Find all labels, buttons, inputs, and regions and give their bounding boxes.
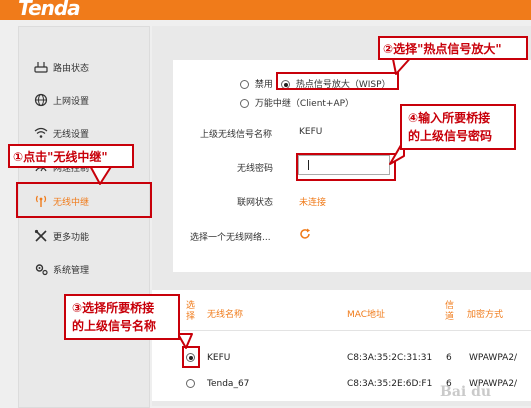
wifi-icon (34, 127, 48, 138)
sidebar-item-more-functions[interactable]: 更多功能 (34, 227, 89, 245)
callout-step-3: ③选择所要桥接 的上级信号名称 (64, 294, 180, 340)
globe-icon (34, 93, 48, 107)
mode-option-client-ap[interactable]: 万能中继（Client+AP） (240, 96, 354, 109)
callout-step-4: ④输入所要桥接 的上级信号密码 (400, 104, 516, 150)
logo: Tenda (18, 0, 81, 20)
highlight-password-field (296, 153, 396, 181)
highlight-repeater-menu (16, 182, 152, 218)
refresh-icon[interactable] (298, 227, 312, 241)
th-encryption: 加密方式 (467, 310, 504, 320)
ssid-label: 上级无线信号名称 (200, 130, 273, 140)
password-label: 无线密码 (237, 164, 274, 174)
th-mac: MAC地址 (347, 310, 386, 320)
tools-icon (34, 229, 47, 242)
callout-step-2: ②选择"热点信号放大" (378, 36, 528, 60)
gear-icon (35, 264, 48, 276)
status-value: 未连接 (299, 198, 327, 208)
highlight-wisp-option (276, 72, 399, 90)
callout-step-1: ①点击"无线中继" (8, 144, 134, 168)
router-icon (34, 62, 48, 73)
top-bar: Tenda (0, 0, 531, 20)
th-ssid: 无线名称 (207, 310, 244, 320)
th-channel: 信道 (445, 301, 455, 322)
watermark: Bai du (440, 384, 492, 400)
table-row[interactable]: KEFU C8:3A:35:2C:31:31 6 WPAWPA2/ (180, 348, 531, 368)
row-select-radio[interactable] (186, 379, 195, 388)
table-header-divider (180, 330, 531, 331)
ssid-value: KEFU (299, 127, 323, 137)
mode-option-disable[interactable]: 禁用 (240, 77, 273, 90)
sidebar-item-label: 系统管理 (53, 265, 90, 276)
radio-disable[interactable] (240, 80, 249, 89)
sidebar-item-label: 路由状态 (53, 63, 90, 74)
scan-label: 选择一个无线网络... (190, 233, 271, 243)
th-select: 选择 (186, 301, 196, 322)
sidebar-item-internet-settings[interactable]: 上网设置 (34, 91, 89, 109)
sidebar-item-system-management[interactable]: 系统管理 (34, 260, 89, 278)
status-label: 联网状态 (237, 198, 274, 208)
radio-client-ap[interactable] (240, 99, 249, 108)
sidebar-item-label: 无线设置 (53, 129, 90, 140)
sidebar-item-label: 更多功能 (53, 232, 90, 243)
sidebar-item-label: 上网设置 (53, 96, 90, 107)
highlight-row-select (182, 346, 200, 368)
sidebar-item-router-status[interactable]: 路由状态 (34, 58, 89, 76)
sidebar-item-wireless-settings[interactable]: 无线设置 (34, 124, 89, 142)
